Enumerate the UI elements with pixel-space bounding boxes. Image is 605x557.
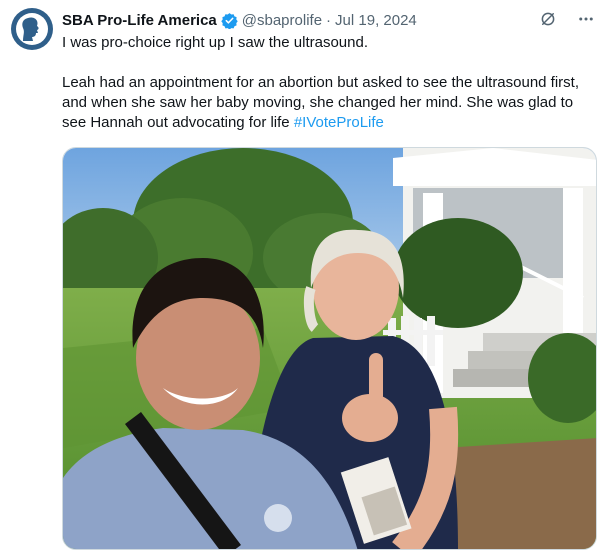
tweet-header: SBA Pro-Life America @sbaprolife · Jul 1…	[62, 10, 595, 30]
author-handle[interactable]: @sbaprolife	[242, 12, 322, 29]
verified-badge-icon[interactable]	[221, 12, 238, 29]
silhouette-logo-icon	[16, 13, 48, 45]
tweet-date[interactable]: Jul 19, 2024	[335, 12, 417, 29]
author-name[interactable]: SBA Pro-Life America	[62, 12, 217, 29]
grok-icon[interactable]	[539, 10, 557, 28]
tweet-text: I was pro-choice right up I saw the ultr…	[62, 33, 592, 133]
tweet-line-1: I was pro-choice right up I saw the ultr…	[62, 34, 368, 51]
tweet-line-2: Leah had an appointment for an abortion …	[62, 73, 592, 133]
more-icon[interactable]	[577, 10, 595, 28]
tweet-photo[interactable]	[62, 147, 597, 550]
separator-dot: ·	[326, 11, 332, 29]
hashtag-link[interactable]: #IVoteProLife	[294, 114, 384, 131]
avatar[interactable]	[11, 8, 53, 50]
